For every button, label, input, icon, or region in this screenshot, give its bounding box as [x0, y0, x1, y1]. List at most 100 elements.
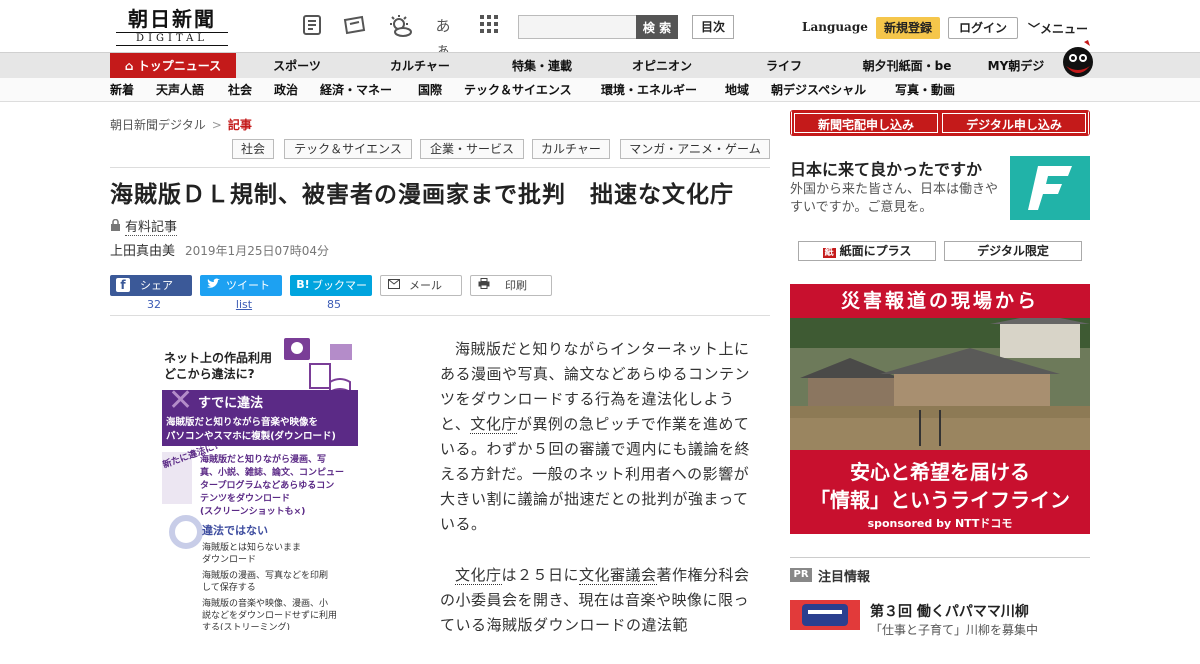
new-item-1: 海賊版だと知りながら漫画、写: [200, 453, 326, 465]
pr-title[interactable]: 第３回 働くパパママ川柳: [870, 601, 1029, 621]
divider: [110, 315, 770, 316]
legal-item-1: 海賊版とは知らないまま: [202, 541, 301, 553]
mascot-icon[interactable]: [1058, 40, 1094, 78]
search-button[interactable]: 検 索: [636, 15, 678, 39]
bunkacho-link-2[interactable]: 文化庁: [455, 566, 502, 585]
facebook-icon: f: [116, 278, 130, 292]
legal-item-4: して保存する: [202, 581, 256, 593]
bunka-shingikai-link[interactable]: 文化審議会: [579, 566, 657, 585]
nav-top-news[interactable]: ⌂ トップニュース: [110, 53, 236, 79]
paper-plus-icon: 紙: [822, 248, 836, 258]
nav2-tech[interactable]: テック＆サイエンス: [464, 78, 572, 102]
nav-features[interactable]: 特集・連載: [500, 53, 584, 79]
promo-text: 外国から来た皆さん、日本は働きやすいですか。ご意見を。: [790, 182, 999, 215]
asahi-logo[interactable]: 朝日新聞 DIGITAL: [116, 8, 228, 46]
paragraph-1: 海賊版だと知りながらインターネット上にある漫画や写真、論文などあらゆるコンテンツ…: [440, 337, 750, 537]
news-icon[interactable]: [342, 14, 368, 38]
nav2-env[interactable]: 環境・エネルギー: [601, 78, 697, 102]
paper-icon[interactable]: [300, 14, 326, 38]
paper-plus-label: 紙面にプラス: [839, 244, 912, 258]
figure-title-1: ネット上の作品利用: [164, 350, 272, 365]
byline: 上田真由美 2019年1月25日07時04分: [110, 240, 329, 259]
font-size-icon[interactable]: あぁ: [430, 14, 456, 59]
login-button[interactable]: ログイン: [948, 17, 1018, 39]
twitter-share-button[interactable]: ツイート: [200, 275, 282, 296]
nav2-politics[interactable]: 政治: [274, 78, 298, 102]
legal-item-7: する(ストリーミング): [202, 621, 290, 630]
ad-line-1: 安心と希望を届ける: [850, 460, 1030, 484]
hatena-bookmark-button[interactable]: B! ブックマーク: [290, 275, 372, 313]
new-item-5: (スクリーンショットも×): [200, 506, 305, 517]
nav2-economy[interactable]: 経済・マネー: [320, 78, 392, 102]
figure-title-2: どこから違法に?: [164, 366, 255, 381]
author: 上田真由美: [110, 244, 176, 259]
article-body: 海賊版だと知りながらインターネット上にある漫画や写真、論文などあらゆるコンテンツ…: [440, 337, 750, 664]
nav2-tensei[interactable]: 天声人語: [156, 78, 204, 102]
new-item-4: テンツをダウンロード: [200, 492, 290, 504]
nav2-world[interactable]: 国際: [418, 78, 442, 102]
toc-button[interactable]: 目次: [692, 15, 734, 39]
facebook-count: 32: [147, 298, 161, 311]
ad-line-2: 「情報」というライフライン: [810, 488, 1070, 512]
legal-item-3: 海賊版の漫画、写真などを印刷: [202, 569, 328, 581]
print-label: 印刷: [505, 279, 527, 292]
nav-my[interactable]: MY朝デジ: [980, 53, 1052, 79]
pr-thumbnail[interactable]: [790, 600, 860, 630]
logo-main: 朝日新聞: [128, 7, 216, 31]
tag-tech[interactable]: テック＆サイエンス: [284, 139, 412, 159]
divider: [790, 557, 1090, 558]
mail-icon: [387, 278, 401, 292]
facebook-share-button[interactable]: f シェア: [110, 275, 192, 296]
nav-paper[interactable]: 朝夕刊紙面・be: [852, 53, 962, 79]
paid-article-link[interactable]: 有料記事: [125, 220, 178, 236]
menu-button[interactable]: ﹀メニュー: [1028, 20, 1088, 37]
nav2-photo[interactable]: 写真・動画: [895, 78, 955, 102]
infographic[interactable]: ネット上の作品利用 どこから違法に? ✕ すでに違法 海賊版だと知りながら音楽や…: [150, 326, 370, 633]
digital-only-button[interactable]: デジタル限定: [944, 241, 1082, 261]
article-headline: 海賊版ＤＬ規制、被害者の漫画家まで批判 拙速な文化庁: [110, 182, 734, 208]
tag-culture[interactable]: カルチャー: [532, 139, 610, 159]
tag-manga[interactable]: マンガ・アニメ・ゲーム: [620, 139, 770, 159]
legal-item-2: ダウンロード: [202, 553, 256, 565]
tag-society[interactable]: 社会: [232, 139, 274, 159]
search-input[interactable]: [518, 15, 636, 39]
facebook-share-label: シェア: [140, 279, 173, 292]
tag-business[interactable]: 企業・サービス: [420, 139, 524, 159]
menu-label: メニュー: [1040, 22, 1089, 36]
promo-logo-icon[interactable]: [1010, 156, 1090, 220]
twitter-share-label: ツイート: [226, 279, 270, 292]
ad-sponsor: sponsored by NTTドコモ: [867, 517, 1013, 530]
home-icon: ⌂: [124, 59, 138, 73]
bunkacho-link[interactable]: 文化庁: [470, 415, 517, 434]
nav-opinion[interactable]: オピニオン: [620, 53, 704, 79]
nav-life[interactable]: ライフ: [752, 53, 816, 79]
print-button[interactable]: 印刷: [470, 275, 552, 296]
sponsored-ad[interactable]: 災害報道の現場から 安心と希望を届ける 「情報」というライフライン sponso…: [790, 284, 1090, 534]
paragraph-2: 文化庁は２５日に文化審議会著作権分科会の小委員会を開き、現在は音楽や映像に限って…: [440, 563, 750, 638]
new-item-2: 真、小説、雑誌、論文、コンピュー: [200, 466, 344, 478]
nav2-new[interactable]: 新着: [110, 78, 134, 102]
weather-icon[interactable]: [386, 14, 412, 38]
nav2-special[interactable]: 朝デジスペシャル: [771, 78, 866, 102]
pr-label: 注目情報: [818, 570, 871, 585]
grid-icon[interactable]: [476, 14, 502, 38]
paper-plus-button[interactable]: 紙紙面にプラス: [798, 241, 936, 261]
ad-flood-photo: [790, 314, 1090, 450]
mail-button[interactable]: メール: [380, 275, 462, 296]
language-link[interactable]: Language: [802, 20, 868, 34]
promo-title[interactable]: 日本に来て良かったですか: [790, 156, 982, 180]
digital-subscribe-button[interactable]: デジタル申し込み: [940, 111, 1088, 135]
nav-sports[interactable]: スポーツ: [262, 53, 332, 79]
already-illegal-text-2: パソコンやスマホに複製(ダウンロード): [166, 430, 336, 442]
secondary-nav: 新着 天声人語 社会 政治 経済・マネー 国際 テック＆サイエンス 環境・エネル…: [0, 78, 1200, 102]
paper-subscribe-button[interactable]: 新聞宅配申し込み: [792, 111, 940, 135]
nav2-local[interactable]: 地域: [725, 78, 749, 102]
breadcrumb-current: 記事: [227, 118, 252, 132]
legal-item-5: 海賊版の音楽や映像、漫画、小: [202, 597, 328, 609]
twitter-count[interactable]: list: [224, 298, 264, 311]
already-illegal-text-1: 海賊版だと知りながら音楽や映像を: [166, 416, 318, 428]
breadcrumb-home[interactable]: 朝日新聞デジタル: [110, 118, 206, 132]
nav-culture[interactable]: カルチャー: [378, 53, 462, 79]
signup-button[interactable]: 新規登録: [876, 17, 940, 39]
nav2-society[interactable]: 社会: [228, 78, 252, 102]
